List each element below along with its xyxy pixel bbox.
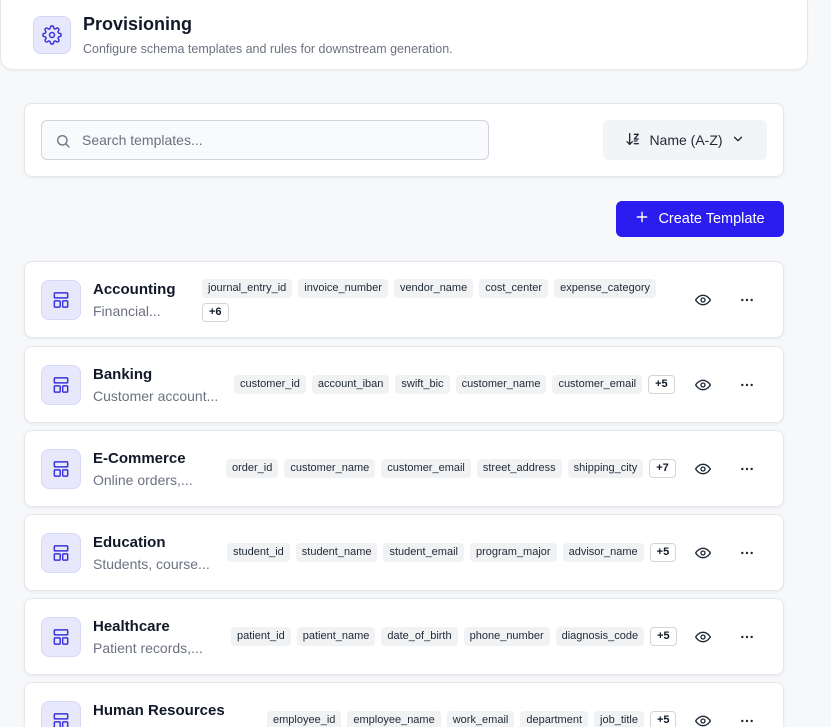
template-row[interactable]: E-Commerce Online orders,... order_id cu… [24, 430, 784, 507]
template-description: Financial... [93, 303, 161, 319]
template-description: Patient records,... [93, 640, 203, 656]
template-layout-icon [41, 449, 81, 489]
preview-eye-icon[interactable] [691, 457, 715, 481]
template-name: Education [93, 534, 166, 551]
template-layout-icon [41, 280, 81, 320]
create-template-button[interactable]: Create Template [616, 201, 784, 237]
field-tag: employee_name [347, 711, 441, 727]
field-tag: order_id [226, 459, 279, 478]
template-name: Healthcare [93, 618, 170, 635]
page-title: Provisioning [83, 14, 193, 34]
field-tags: order_id customer_name customer_email st… [226, 459, 686, 478]
field-tag: job_title [594, 711, 644, 727]
field-tag: patient_name [296, 627, 376, 646]
field-tag: account_iban [311, 375, 390, 394]
more-fields-badge[interactable]: +5 [649, 543, 677, 562]
field-tag: customer_name [284, 459, 376, 478]
field-tag: journal_entry_id [202, 279, 293, 298]
field-tag: customer_email [552, 375, 643, 394]
template-description: Online orders,... [93, 472, 193, 488]
filter-panel: Name (A-Z) [24, 103, 784, 177]
template-description: Customer account... [93, 388, 219, 404]
field-tag: department [520, 711, 589, 727]
field-tag: invoice_number [298, 279, 388, 298]
field-tag: date_of_birth [381, 627, 458, 646]
preview-eye-icon[interactable] [691, 625, 715, 649]
more-options-icon[interactable] [735, 625, 759, 649]
more-fields-badge[interactable]: +7 [649, 459, 676, 478]
search-icon [55, 133, 71, 149]
field-tag: student_id [227, 543, 290, 562]
template-row[interactable]: Accounting Financial... journal_entry_id… [24, 261, 784, 338]
template-name: Banking [93, 366, 153, 383]
sort-label: Name (A-Z) [649, 132, 723, 148]
field-tags: student_id student_name student_email pr… [227, 543, 687, 562]
preview-eye-icon[interactable] [691, 709, 715, 727]
template-row[interactable]: Education Students, course... student_id… [24, 514, 784, 591]
template-row[interactable]: Human Resources employee_id employee_nam… [24, 682, 784, 727]
field-tag: diagnosis_code [555, 627, 645, 646]
page-subtitle: Configure schema templates and rules for… [83, 42, 453, 56]
field-tag: customer_email [381, 459, 471, 478]
field-tag: program_major [469, 543, 557, 562]
more-options-icon[interactable] [735, 457, 759, 481]
create-template-label: Create Template [658, 211, 765, 227]
gear-icon [33, 16, 71, 54]
field-tags: patient_id patient_name date_of_birth ph… [231, 627, 691, 646]
field-tags: employee_id employee_name work_email dep… [267, 711, 727, 727]
field-tag: customer_id [234, 375, 306, 394]
template-description: Students, course... [93, 556, 210, 572]
field-tag: phone_number [463, 627, 550, 646]
field-tag: student_name [295, 543, 378, 562]
plus-icon [635, 210, 649, 228]
field-tag: customer_name [455, 375, 547, 394]
search-input[interactable] [82, 121, 482, 159]
more-options-icon[interactable] [735, 709, 759, 727]
more-fields-badge[interactable]: +5 [650, 627, 677, 646]
field-tag: shipping_city [567, 459, 644, 478]
field-tag: patient_id [231, 627, 291, 646]
field-tag: student_email [383, 543, 464, 562]
field-tag: street_address [476, 459, 562, 478]
field-tag: employee_id [267, 711, 342, 727]
template-row[interactable]: Banking Customer account... customer_id … [24, 346, 784, 423]
template-layout-icon [41, 533, 81, 573]
field-tag: vendor_name [393, 279, 474, 298]
template-layout-icon [41, 701, 81, 727]
more-fields-badge[interactable]: +5 [648, 375, 675, 394]
field-tag: cost_center [479, 279, 549, 298]
search-box[interactable] [41, 120, 489, 160]
more-options-icon[interactable] [735, 288, 759, 312]
field-tag: advisor_name [562, 543, 644, 562]
more-options-icon[interactable] [735, 373, 759, 397]
preview-eye-icon[interactable] [691, 541, 715, 565]
sort-icon [625, 131, 641, 150]
field-tags: journal_entry_id invoice_number vendor_n… [202, 279, 662, 322]
template-layout-icon [41, 365, 81, 405]
sort-dropdown[interactable]: Name (A-Z) [603, 120, 767, 160]
template-row[interactable]: Healthcare Patient records,... patient_i… [24, 598, 784, 675]
template-name: E-Commerce [93, 450, 186, 467]
field-tag: work_email [446, 711, 515, 727]
more-options-icon[interactable] [735, 541, 759, 565]
chevron-down-icon [731, 132, 745, 149]
field-tags: customer_id account_iban swift_bic custo… [234, 375, 694, 394]
more-fields-badge[interactable]: +6 [202, 303, 229, 322]
page-header: Provisioning Configure schema templates … [0, 0, 808, 70]
field-tag: expense_category [554, 279, 656, 298]
preview-eye-icon[interactable] [691, 373, 715, 397]
template-layout-icon [41, 617, 81, 657]
template-name: Accounting [93, 281, 176, 298]
more-fields-badge[interactable]: +5 [649, 711, 677, 727]
field-tag: swift_bic [395, 375, 450, 394]
preview-eye-icon[interactable] [691, 288, 715, 312]
template-name: Human Resources [93, 702, 225, 719]
